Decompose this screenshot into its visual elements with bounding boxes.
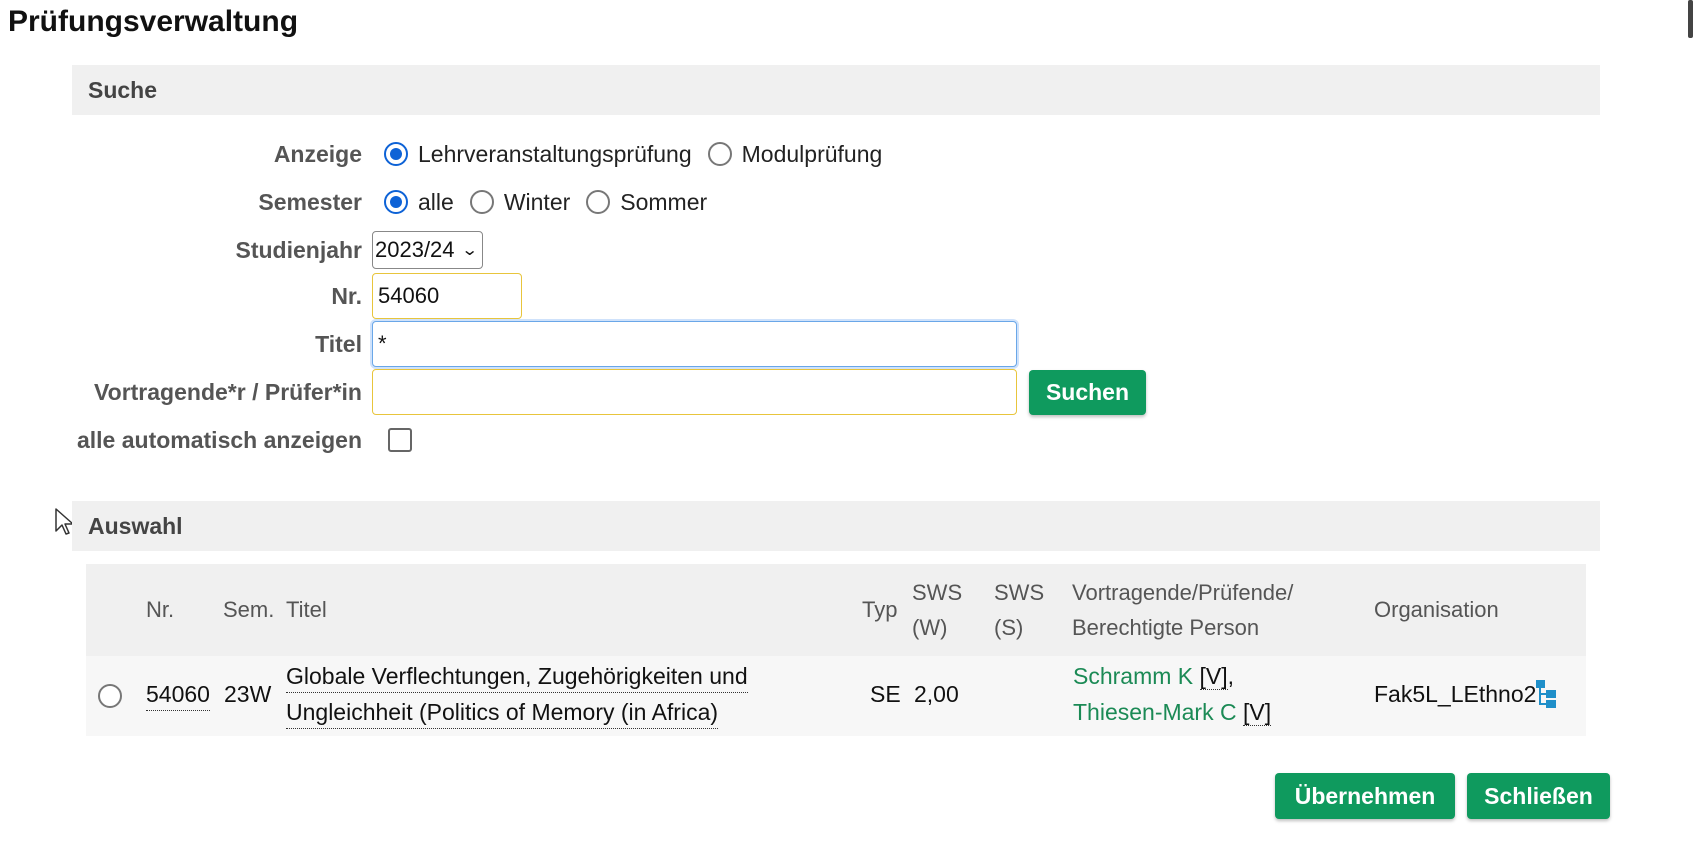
radio-label-modulpruefung: Modulprüfung — [741, 140, 883, 167]
nr-input[interactable]: 54060 — [372, 273, 522, 319]
person-role-badge: [V] — [1243, 699, 1272, 726]
auto-checkbox[interactable] — [388, 428, 412, 452]
close-button[interactable]: Schließen — [1467, 773, 1610, 819]
row-person-1: Schramm K [V], — [1073, 660, 1234, 692]
row-typ: SE — [870, 681, 901, 707]
studienjahr-label: Studienjahr — [235, 236, 362, 263]
studienjahr-select[interactable]: 2023/24 ⌄ — [372, 231, 483, 269]
person-link-schramm[interactable]: Schramm K — [1073, 663, 1193, 689]
column-header-organisation: Organisation — [1374, 597, 1499, 622]
titel-input[interactable]: * — [372, 321, 1017, 367]
org-tree-icon[interactable] — [1535, 679, 1557, 709]
column-header-sws-s-line2: (S) — [994, 615, 1024, 640]
selection-table: Nr. Sem. Titel Typ SWS (W) SWS (S) Vortr… — [86, 564, 1586, 736]
column-header-sem: Sem. — [223, 597, 275, 622]
column-header-person-line1: Vortragende/Prüfende/ — [1072, 580, 1294, 605]
vortragende-label: Vortragende*r / Prüfer*in — [94, 378, 362, 405]
radio-lehrveranstaltungspruefung[interactable] — [384, 142, 408, 166]
window-edge-marker — [1688, 0, 1693, 38]
semester-label: Semester — [258, 188, 362, 215]
auto-row: alle automatisch anzeigen — [72, 418, 412, 462]
radio-semester-alle[interactable] — [384, 190, 408, 214]
auto-label: alle automatisch anzeigen — [76, 426, 362, 453]
row-nr: 54060 — [146, 678, 210, 711]
row-sem: 23W — [224, 681, 272, 707]
person-separator: , — [1227, 663, 1235, 689]
titel-label: Titel — [315, 330, 362, 357]
chevron-down-icon: ⌄ — [460, 242, 478, 259]
radio-semester-sommer[interactable] — [586, 190, 611, 214]
radio-label-alle: alle — [418, 188, 454, 215]
column-header-typ: Typ — [862, 597, 898, 622]
radio-modulpruefung[interactable] — [707, 142, 732, 166]
nr-label: Nr. — [331, 282, 362, 309]
anzeige-label: Anzeige — [273, 140, 362, 167]
nr-row: Nr. 54060 — [72, 273, 522, 319]
row-organisation: Fak5L_LEthno2 — [1374, 681, 1537, 707]
column-header-titel: Titel — [286, 597, 327, 622]
row-title-line2: Ungleichheit (Politics of Memory (in Afr… — [286, 696, 719, 729]
radio-label-sommer: Sommer — [620, 188, 708, 215]
vortragende-input[interactable] — [372, 369, 1017, 415]
anzeige-row: Anzeige Lehrveranstaltungsprüfung Modulp… — [72, 132, 886, 176]
column-header-sws-w-line1: SWS — [912, 580, 963, 605]
titel-row: Titel * — [72, 321, 1017, 367]
table-row[interactable]: 54060 23W Globale Verflechtungen, Zugehö… — [86, 656, 1586, 736]
radio-semester-winter[interactable] — [469, 190, 494, 214]
row-person-2: Thiesen-Mark C [V] — [1073, 696, 1272, 728]
studienjahr-value: 2023/24 — [375, 237, 455, 262]
column-header-sws-s-line1: SWS — [994, 580, 1045, 605]
studienjahr-row: Studienjahr 2023/24 ⌄ — [72, 228, 483, 272]
table-header: Nr. Sem. Titel Typ SWS (W) SWS (S) Vortr… — [86, 564, 1586, 656]
search-section-header: Suche — [72, 65, 1600, 115]
vortragende-row: Vortragende*r / Prüfer*in — [72, 369, 1017, 415]
person-link-thiesen-mark[interactable]: Thiesen-Mark C — [1073, 699, 1237, 725]
row-select-radio[interactable] — [98, 684, 122, 708]
column-header-nr: Nr. — [146, 597, 175, 622]
apply-button[interactable]: Übernehmen — [1275, 773, 1455, 819]
page-title: Prüfungsverwaltung — [8, 5, 299, 38]
radio-label-winter: Winter — [503, 188, 571, 215]
radio-label-lehrveranstaltungspruefung: Lehrveranstaltungsprüfung — [418, 140, 692, 167]
column-header-sws-w-line2: (W) — [912, 615, 948, 640]
semester-row: Semester alle Winter Sommer — [72, 180, 711, 224]
column-header-person-line2: Berechtigte Person — [1072, 615, 1260, 640]
row-title-line1: Globale Verflechtungen, Zugehörigkeiten … — [286, 660, 748, 693]
search-button[interactable]: Suchen — [1029, 370, 1146, 415]
person-role-badge: [V] — [1199, 663, 1228, 690]
selection-section-header: Auswahl — [72, 501, 1600, 551]
row-sws-w: 2,00 — [914, 681, 959, 707]
